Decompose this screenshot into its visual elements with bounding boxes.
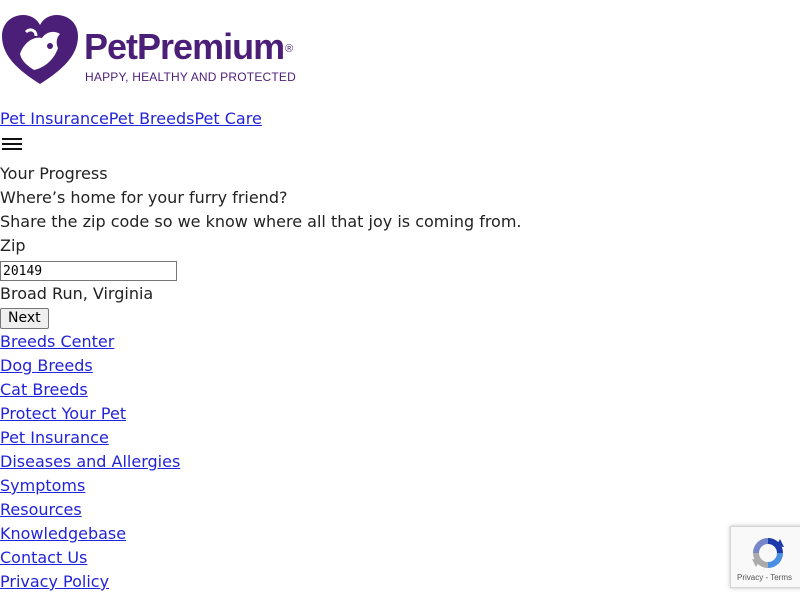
nav-link-pet-breeds[interactable]: Pet Breeds xyxy=(109,109,195,128)
footer-links: Breeds Center Dog Breeds Cat Breeds Prot… xyxy=(0,330,180,594)
list-item: Resources xyxy=(0,498,180,522)
form-subheading: Share the zip code so we know where all … xyxy=(0,212,522,231)
location-text: Broad Run, Virginia xyxy=(0,284,154,303)
trademark-symbol: ® xyxy=(285,43,293,55)
list-item: Contact Us xyxy=(0,546,180,570)
heart-paw-logo-icon xyxy=(2,15,78,84)
zip-input[interactable] xyxy=(0,261,177,281)
list-item: Protect Your Pet xyxy=(0,402,180,426)
brand-tagline: HAPPY, HEALTHY AND PROTECTED xyxy=(85,70,296,84)
list-item: Pet Insurance xyxy=(0,426,180,450)
hamburger-menu-icon[interactable] xyxy=(2,135,23,151)
list-item: Diseases and Allergies xyxy=(0,450,180,474)
footer-link-dog-breeds[interactable]: Dog Breeds xyxy=(0,356,93,375)
list-item: Breeds Center xyxy=(0,330,180,354)
progress-label: Your Progress xyxy=(0,164,108,183)
footer-link-protect-your-pet[interactable]: Protect Your Pet xyxy=(0,404,126,423)
nav-link-pet-insurance[interactable]: Pet Insurance xyxy=(0,109,109,128)
recaptcha-terms-link[interactable]: Terms xyxy=(770,573,792,582)
page: PetPremium® HAPPY, HEALTHY AND PROTECTED… xyxy=(0,0,800,600)
list-item: Privacy Policy xyxy=(0,570,180,594)
footer-link-contact-us[interactable]: Contact Us xyxy=(0,548,87,567)
footer-link-symptoms[interactable]: Symptoms xyxy=(0,476,85,495)
nav-link-pet-care[interactable]: Pet Care xyxy=(194,109,261,128)
footer-link-pet-insurance[interactable]: Pet Insurance xyxy=(0,428,109,447)
footer-link-resources[interactable]: Resources xyxy=(0,500,82,519)
footer-link-knowledgebase[interactable]: Knowledgebase xyxy=(0,524,126,543)
recaptcha-badge[interactable]: Privacy - Terms xyxy=(730,526,800,588)
footer-link-breeds-center[interactable]: Breeds Center xyxy=(0,332,114,351)
petpremium-logo[interactable]: PetPremium® HAPPY, HEALTHY AND PROTECTED xyxy=(0,14,310,86)
footer-link-diseases-allergies[interactable]: Diseases and Allergies xyxy=(0,452,180,471)
zip-label: Zip xyxy=(0,236,26,255)
footer-link-cat-breeds[interactable]: Cat Breeds xyxy=(0,380,88,399)
list-item: Symptoms xyxy=(0,474,180,498)
form-heading: Where’s home for your furry friend? xyxy=(0,188,288,207)
recaptcha-icon xyxy=(752,538,784,568)
footer-link-privacy-policy[interactable]: Privacy Policy xyxy=(0,572,109,591)
recaptcha-privacy-link[interactable]: Privacy xyxy=(737,573,763,582)
list-item: Cat Breeds xyxy=(0,378,180,402)
recaptcha-terms: Privacy - Terms xyxy=(737,573,792,582)
list-item: Dog Breeds xyxy=(0,354,180,378)
brand-name: PetPremium® xyxy=(84,26,293,67)
top-nav: Pet InsurancePet BreedsPet Care xyxy=(0,108,262,130)
next-button[interactable]: Next xyxy=(0,308,49,329)
list-item: Knowledgebase xyxy=(0,522,180,546)
